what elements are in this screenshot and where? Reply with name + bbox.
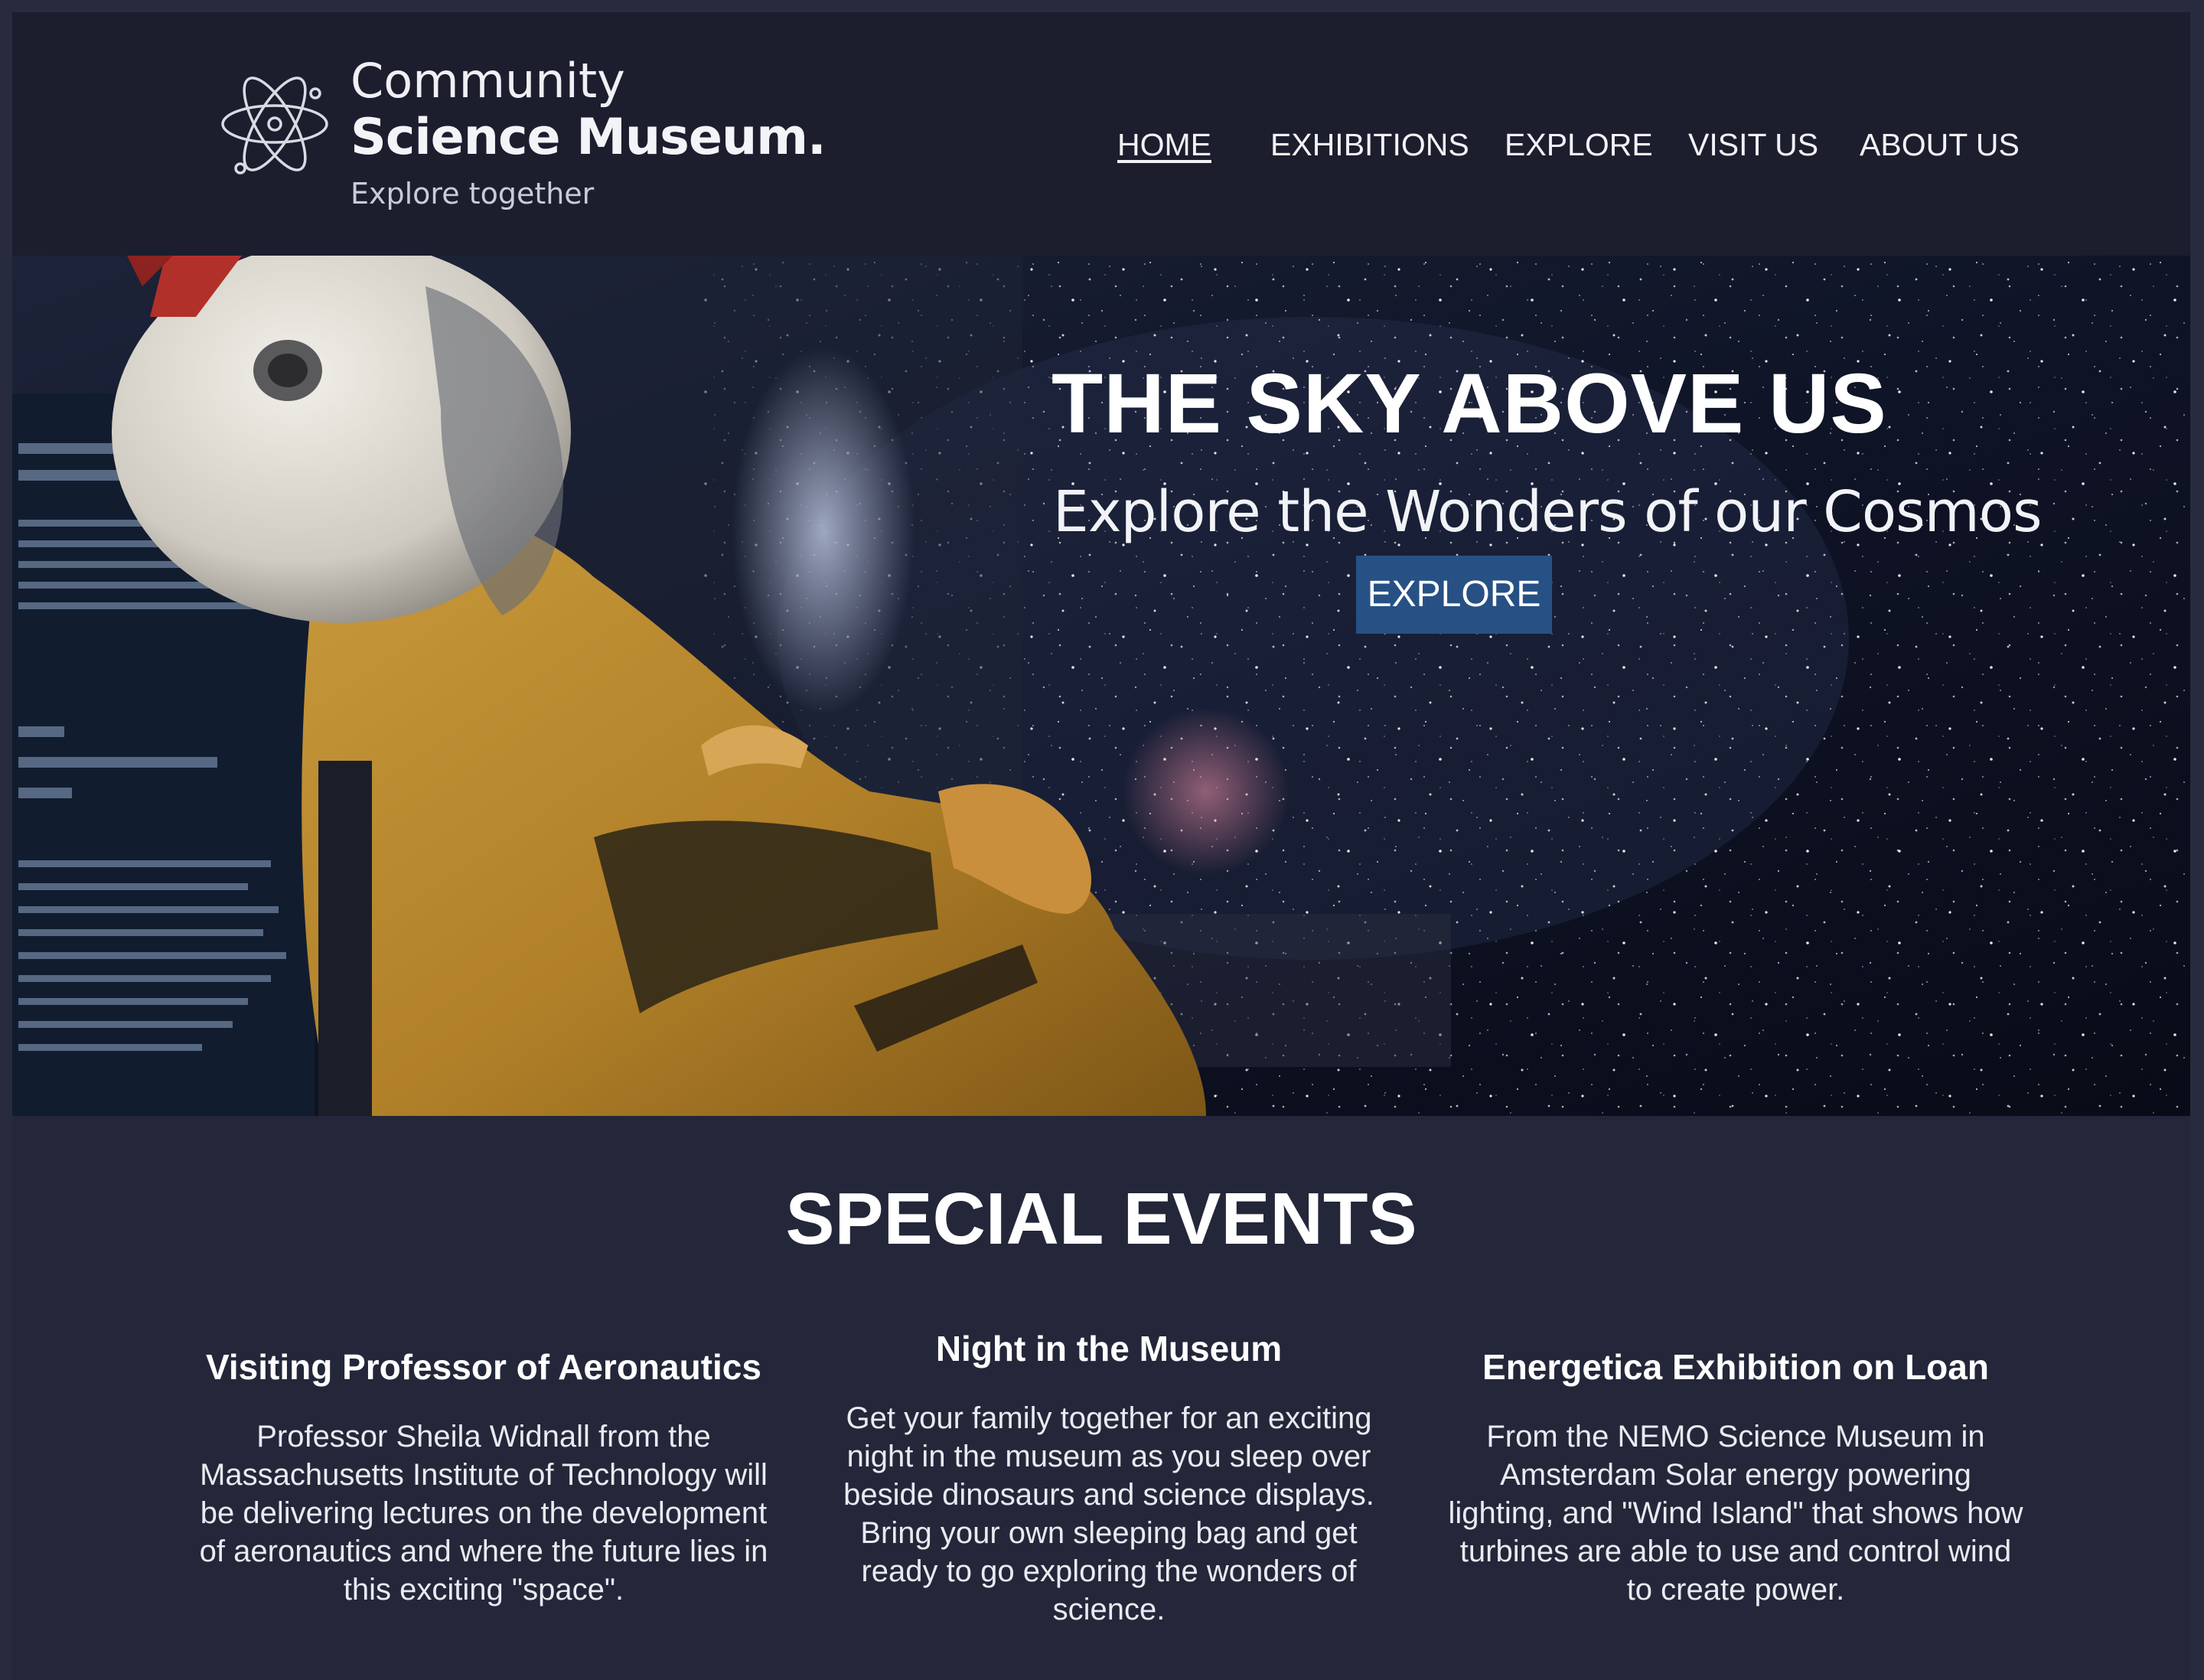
event-card-night-museum: Night in the Museum Get your family toge… <box>818 1327 1400 1629</box>
atom-icon <box>221 77 328 175</box>
logo-tagline: Explore together <box>350 177 595 210</box>
logo-line-science-museum: Science Museum. <box>350 109 826 166</box>
special-events-heading: SPECIAL EVENTS <box>785 1178 1417 1260</box>
event-description: From the NEMO Science Museum in Amsterda… <box>1448 1420 2023 1607</box>
nav-about-us[interactable]: ABOUT US <box>1860 126 2020 164</box>
event-title: Energetica Exhibition on Loan <box>1482 1347 1989 1387</box>
site-logo[interactable]: Community Science Museum. Explore togeth… <box>217 46 845 222</box>
page: Community Science Museum. Explore togeth… <box>12 12 2190 1680</box>
site-header: Community Science Museum. Explore togeth… <box>12 12 2190 256</box>
nav-explore[interactable]: EXPLORE <box>1505 126 1653 164</box>
nav-exhibitions[interactable]: EXHIBITIONS <box>1270 126 1469 164</box>
nav-home[interactable]: HOME <box>1117 126 1211 164</box>
event-title: Visiting Professor of Aeronautics <box>206 1347 761 1387</box>
hero-title: THE SKY ABOVE US <box>1051 357 1887 451</box>
event-card-energetica: Energetica Exhibition on Loan From the N… <box>1445 1346 2026 1609</box>
explore-button[interactable]: EXPLORE <box>1356 556 1552 634</box>
logo-line-community: Community <box>350 53 625 109</box>
event-description: Get your family together for an exciting… <box>843 1401 1374 1626</box>
nav-visit-us[interactable]: VISIT US <box>1688 126 1818 164</box>
event-title: Night in the Museum <box>935 1329 1283 1368</box>
event-card-aeronautics: Visiting Professor of Aeronautics Profes… <box>193 1346 774 1609</box>
hero-banner: THE SKY ABOVE US Explore the Wonders of … <box>12 256 2190 1116</box>
event-description: Professor Sheila Widnall from the Massac… <box>199 1420 768 1607</box>
hero-subtitle: Explore the Wonders of our Cosmos <box>1053 479 2043 545</box>
